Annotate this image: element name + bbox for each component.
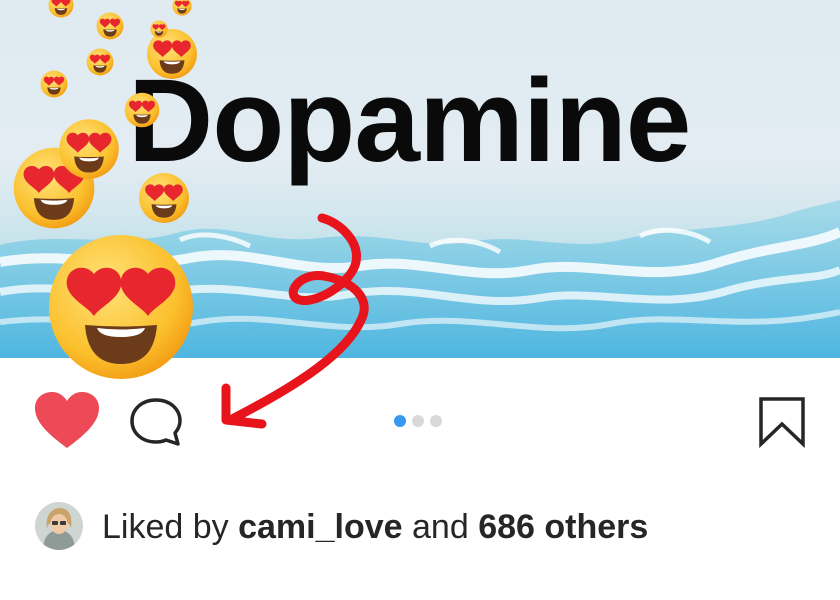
carousel-dot [412,415,424,427]
heart-eyes-emoji-icon [96,12,124,40]
carousel-dot-active [394,415,406,427]
carousel-indicator [394,415,442,427]
heart-eyes-emoji-icon [40,70,68,98]
heart-eyes-emoji-icon [58,118,120,180]
likes-conjunction: and [412,508,469,546]
liker-username-link[interactable]: cami_love [238,508,402,546]
liker-avatar[interactable] [35,502,83,550]
image-title-text: Dopamine [128,55,691,187]
like-heart-icon[interactable] [34,392,100,450]
bookmark-icon[interactable] [758,396,806,448]
heart-eyes-emoji-icon [138,172,190,224]
likes-summary: Liked by cami_love and 686 others [102,507,648,547]
heart-eyes-emoji-icon [124,92,160,128]
others-likes-link[interactable]: 686 others [478,508,648,546]
likes-prefix: Liked by [102,508,229,546]
heart-eyes-emoji-icon [150,20,168,38]
carousel-dot [430,415,442,427]
heart-eyes-emoji-icon [46,232,196,382]
comment-icon[interactable] [128,396,184,448]
heart-eyes-emoji-icon [172,0,192,16]
heart-eyes-emoji-icon [48,0,74,18]
heart-eyes-emoji-icon [86,48,114,76]
